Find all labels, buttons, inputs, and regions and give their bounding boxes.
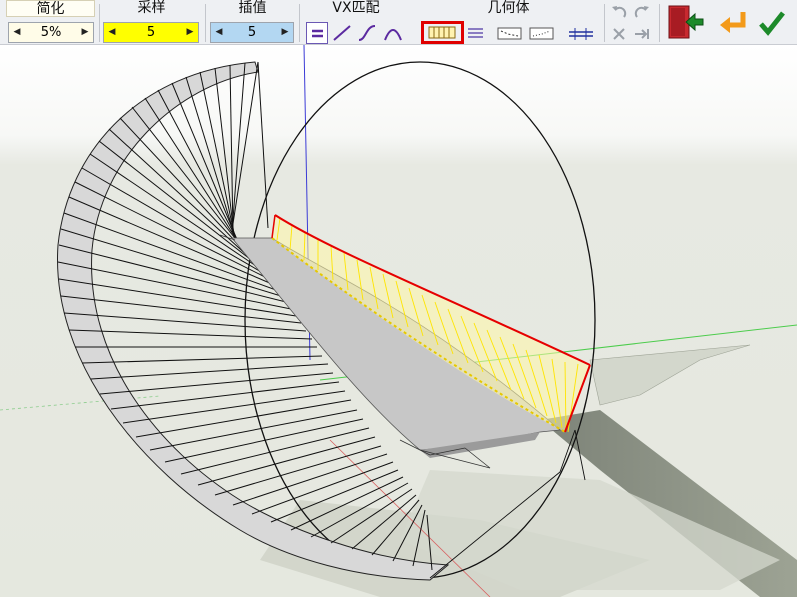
dotted-rectangle-icon (529, 27, 554, 40)
exit-button[interactable] (666, 4, 706, 40)
interpolate-group: 插值 ◀ 5 ▶ (210, 0, 295, 44)
arc-button[interactable] (382, 22, 404, 44)
sample-group: 采样 ◀ 5 ▶ (103, 0, 200, 44)
interpolate-title: 插值 (238, 0, 267, 16)
return-icon (720, 12, 746, 33)
skip-to-end-icon (635, 29, 649, 39)
vx-match-group: VX匹配 (303, 0, 409, 44)
double-line-button[interactable] (567, 22, 595, 44)
dotted-rectangle-button[interactable] (528, 22, 556, 44)
cancel-button[interactable] (609, 24, 629, 44)
sample-title: 采样 (137, 0, 166, 16)
cancel-icon (613, 28, 625, 40)
undo-icon (612, 6, 627, 18)
dashed-rectangle-icon (497, 27, 522, 40)
simplify-increase-icon[interactable]: ▶ (77, 23, 93, 42)
interpolate-stepper[interactable]: ◀ 5 ▶ (210, 22, 294, 43)
vertical-bars-icon (428, 26, 456, 39)
redo-icon (634, 6, 649, 18)
parallel-lines-button[interactable] (306, 22, 328, 44)
sample-increase-icon[interactable]: ▶ (182, 23, 198, 42)
sample-decrease-icon[interactable]: ◀ (104, 23, 120, 42)
undo-button[interactable] (609, 2, 629, 22)
toolbar: 简化 ◀ 5% ▶ 采样 ◀ 5 ▶ 插值 ◀ 5 ▶ VX匹配 几何体 (0, 0, 797, 45)
s-curve-button[interactable] (356, 22, 378, 44)
simplify-stepper[interactable]: ◀ 5% ▶ (8, 22, 94, 43)
interpolate-decrease-icon[interactable]: ◀ (211, 23, 227, 42)
simplify-group: 简化 ◀ 5% ▶ (6, 0, 95, 44)
vx-match-title: VX匹配 (332, 0, 380, 16)
redo-button[interactable] (632, 2, 652, 22)
horizontal-lines-icon (468, 28, 483, 38)
separator (604, 4, 605, 42)
double-line-icon (569, 28, 593, 40)
horizontal-lines-button[interactable] (465, 22, 487, 44)
skip-to-end-button[interactable] (632, 24, 652, 44)
interpolate-increase-icon[interactable]: ▶ (277, 23, 293, 42)
separator (99, 4, 100, 42)
simplify-decrease-icon[interactable]: ◀ (9, 23, 25, 42)
3d-viewport[interactable] (0, 45, 797, 597)
separator (205, 4, 206, 42)
parallel-lines-icon (312, 29, 323, 38)
vertical-bars-button[interactable] (421, 21, 464, 44)
exit-door-icon (668, 5, 704, 39)
interpolate-value[interactable]: 5 (227, 23, 277, 42)
return-button[interactable] (716, 8, 748, 38)
dashed-rectangle-button[interactable] (496, 22, 524, 44)
straight-line-button[interactable] (331, 22, 353, 44)
simplify-title: 简化 (6, 0, 95, 17)
straight-line-icon (333, 25, 351, 41)
geometry-title: 几何体 (487, 0, 530, 16)
simplify-value[interactable]: 5% (25, 23, 77, 42)
sample-value[interactable]: 5 (120, 23, 182, 42)
confirm-button[interactable] (758, 8, 786, 38)
3d-scene[interactable] (0, 45, 797, 597)
arc-icon (384, 29, 402, 41)
separator (659, 4, 660, 42)
separator (299, 4, 300, 42)
sample-stepper[interactable]: ◀ 5 ▶ (103, 22, 199, 43)
checkmark-icon (759, 11, 785, 36)
geometry-group: 几何体 (418, 0, 599, 44)
s-curve-icon (358, 25, 376, 41)
